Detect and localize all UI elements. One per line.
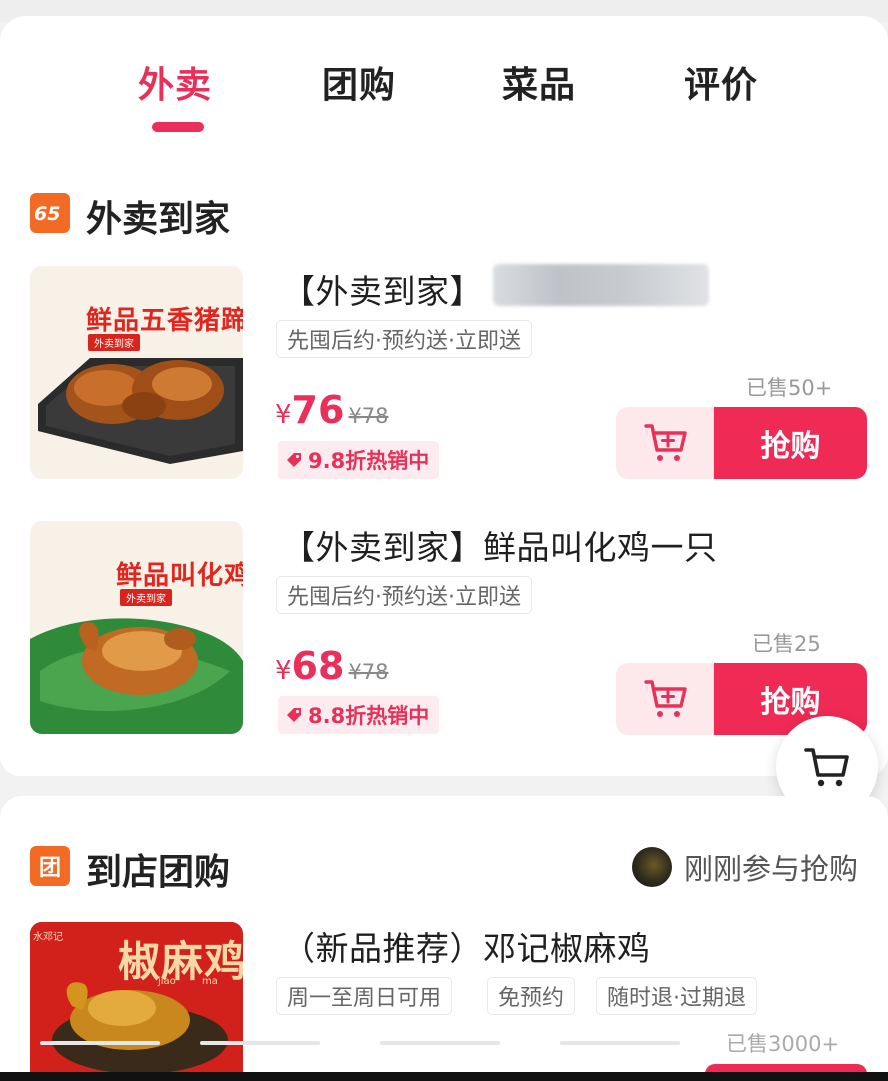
add-to-cart-button[interactable] [616, 407, 716, 479]
buy-now-button[interactable]: 抢购 [714, 407, 867, 479]
discount-text: 9.8折热销中 [308, 449, 430, 473]
sold-count: 已售50+ [746, 376, 833, 400]
carousel-indicator [40, 1041, 680, 1045]
usage-badge: 随时退·过期退 [596, 977, 757, 1015]
tab-group-buy[interactable]: 团购 [322, 56, 396, 108]
cart-plus-icon [644, 680, 687, 717]
thumb-tag: 外卖到家 [120, 589, 172, 606]
participants-text: 刚刚参与抢购 [684, 852, 859, 886]
tab-active-indicator [152, 122, 204, 132]
delivery-option-badge: 先囤后约·预约送·立即送 [276, 320, 532, 358]
thumb-caption: 鲜品五香猪蹄 [86, 306, 243, 336]
blurred-title-mask [493, 264, 709, 306]
thumb-caption: 鲜品叫化鸡 [116, 561, 243, 591]
discount-text: 8.8折热销中 [308, 704, 430, 728]
tab-dishes[interactable]: 菜品 [502, 56, 576, 108]
section-title-delivery: 外卖到家 [86, 199, 231, 240]
original-price: ¥78 [348, 660, 389, 684]
current-price: 76 [291, 388, 345, 432]
cart-icon [804, 748, 849, 787]
section-title-group-buy: 到店团购 [86, 852, 231, 893]
product-image-pepper-chicken[interactable]: 水邓记 椒麻鸡 jiao ma [30, 922, 243, 1081]
discount-tag: 9.8折热销中 [278, 441, 440, 479]
avatar [632, 847, 672, 887]
group-buy-icon: 团 [30, 846, 70, 886]
product-title[interactable]: （新品推荐）邓记椒麻鸡 [282, 922, 651, 970]
product-image-pork-trotter[interactable]: 鲜品五香猪蹄 外卖到家 [30, 266, 243, 479]
price-tag-icon [287, 708, 301, 722]
current-price: 68 [291, 644, 345, 688]
thumb-tag: 外卖到家 [88, 334, 140, 351]
product-image-beggars-chicken[interactable]: 鲜品叫化鸡 外卖到家 [30, 521, 243, 734]
usage-badge: 免预约 [487, 977, 576, 1015]
tab-takeout[interactable]: 外卖 [138, 56, 212, 108]
logo-65-icon: 65 [30, 193, 70, 233]
product-title[interactable]: 【外卖到家】鲜品叫化鸡一只 [282, 521, 718, 569]
price-tag-icon [287, 453, 301, 467]
price: ¥ 76 ¥78 [275, 388, 389, 432]
svg-text:65: 65 [34, 203, 60, 225]
add-to-cart-button[interactable] [616, 663, 716, 735]
original-price: ¥78 [348, 404, 389, 428]
thumb-caption: 椒麻鸡 [118, 937, 243, 986]
price: ¥ 68 ¥78 [275, 644, 389, 688]
currency-symbol: ¥ [275, 656, 292, 686]
cart-plus-icon [644, 424, 687, 461]
thumb-brand: 水邓记 [33, 932, 63, 943]
currency-symbol: ¥ [275, 400, 292, 430]
recent-participants[interactable]: 刚刚参与抢购 [632, 846, 858, 888]
product-title[interactable]: 【外卖到家】 [282, 265, 483, 313]
thumb-pinyin: ma [202, 976, 218, 987]
usage-badge: 周一至周日可用 [276, 977, 453, 1015]
delivery-option-badge: 先囤后约·预约送·立即送 [276, 576, 532, 614]
discount-tag: 8.8折热销中 [278, 696, 440, 734]
bottom-edge [0, 1072, 888, 1081]
tab-reviews[interactable]: 评价 [684, 56, 758, 108]
thumb-pinyin: jiao [158, 976, 176, 987]
sold-count: 已售25 [752, 632, 821, 656]
